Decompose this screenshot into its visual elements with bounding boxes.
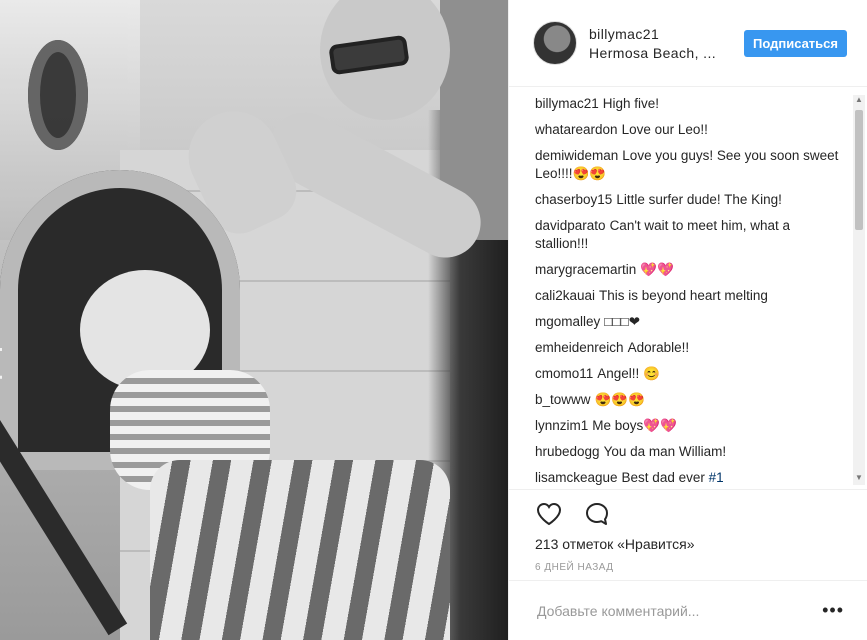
username-link[interactable]: billymac21	[589, 26, 744, 42]
comment-username[interactable]: cmomo11	[535, 366, 593, 381]
photo-stroller-brand: uppababy	[0, 290, 6, 402]
comment-username[interactable]: marygracemartin	[535, 262, 636, 277]
comment-text: This is beyond heart melting	[599, 288, 768, 303]
post-header: billymac21 Hermosa Beach, ... Подписатьс…	[509, 0, 867, 87]
comment-text: Angel!! 😊	[597, 366, 660, 381]
comment-username[interactable]: hrubedogg	[535, 444, 600, 459]
comment-username[interactable]: chaserboy15	[535, 192, 612, 207]
comment-username[interactable]: lynnzim1	[535, 418, 588, 433]
comment-item: hrubedogg You da man William!	[535, 443, 852, 461]
photo-man	[257, 0, 508, 320]
comment-item: lisamckeague Best dad ever #1	[535, 469, 852, 487]
add-comment-bar: •••	[509, 580, 867, 640]
photo-car-wheel	[28, 40, 88, 150]
photo-blanket	[150, 460, 450, 640]
comment-text: High five!	[602, 96, 660, 111]
post-sidebar: billymac21 Hermosa Beach, ... Подписатьс…	[508, 0, 867, 640]
comment-username[interactable]: cali2kauai	[535, 288, 595, 303]
comment-text: You da man William!	[603, 444, 727, 459]
comment-username[interactable]: lisamckeague	[535, 470, 618, 485]
comment-text: Adorable!!	[627, 340, 690, 355]
comment-item: b_towww 😍😍😍	[535, 391, 852, 409]
comment-item: emheidenreich Adorable!!	[535, 339, 852, 357]
comment-username[interactable]: billymac21	[535, 96, 599, 111]
heart-icon[interactable]	[535, 500, 563, 528]
post-actions: 213 отметок «Нравится» 6 ДНЕЙ НАЗАД	[509, 489, 867, 573]
comment-username[interactable]: b_towww	[535, 392, 591, 407]
comment-text: Best dad ever	[621, 470, 705, 485]
comment-item: demiwideman Love you guys! See you soon s…	[535, 147, 852, 183]
comment-text: Me boys💖💖	[592, 418, 677, 433]
comment-username[interactable]: davidparato	[535, 218, 606, 233]
post-author: billymac21 Hermosa Beach, ...	[589, 26, 744, 61]
comment-text: □□□❤	[604, 314, 641, 329]
comment-item: davidparato Can't wait to meet him, what …	[535, 217, 852, 253]
comment-item: chaserboy15 Little surfer dude! The King!	[535, 191, 852, 209]
comment-username[interactable]: whatareardon	[535, 122, 618, 137]
instagram-post: uppababy billymac21 Hermosa Beach, ... П…	[0, 0, 867, 640]
comment-text: 💖💖	[640, 262, 674, 277]
comment-item: cali2kauai This is beyond heart melting	[535, 287, 852, 305]
avatar[interactable]	[533, 21, 577, 65]
comment-text: Little surfer dude! The King!	[616, 192, 782, 207]
post-timestamp: 6 ДНЕЙ НАЗАД	[535, 562, 614, 573]
add-comment-input[interactable]	[535, 601, 823, 620]
comment-item: whatareardon Love our Leo!!	[535, 121, 852, 139]
comment-item: billymac21 High five!	[535, 95, 852, 113]
comments-list[interactable]: billymac21 High five! whatareardon Love our…	[509, 87, 852, 489]
comment-username[interactable]: mgomalley	[535, 314, 600, 329]
comment-icon[interactable]	[583, 500, 611, 528]
comment-item: lynnzim1 Me boys💖💖	[535, 417, 852, 435]
comment-text: Love our Leo!!	[621, 122, 708, 137]
follow-button[interactable]: Подписаться	[743, 29, 847, 57]
comment-item: cmomo11 Angel!! 😊	[535, 365, 852, 383]
location-link[interactable]: Hermosa Beach, ...	[589, 45, 729, 61]
comment-text: 😍😍😍	[594, 392, 645, 407]
comment-username[interactable]: demiwideman	[535, 148, 618, 163]
post-photo[interactable]: uppababy	[0, 0, 508, 640]
more-options-icon[interactable]: •••	[822, 600, 844, 621]
comment-username[interactable]: emheidenreich	[535, 340, 624, 355]
scroll-up-arrow-icon[interactable]: ▲	[855, 96, 863, 104]
comment-item: mgomalley □□□❤	[535, 313, 852, 331]
scroll-down-arrow-icon[interactable]: ▼	[855, 474, 863, 482]
comment-item: marygracemartin 💖💖	[535, 261, 852, 279]
likes-count[interactable]: 213 отметок «Нравится»	[509, 528, 867, 552]
scrollbar-thumb[interactable]	[855, 110, 863, 230]
hashtag-link[interactable]: #1	[709, 470, 724, 485]
action-icons	[509, 490, 867, 528]
